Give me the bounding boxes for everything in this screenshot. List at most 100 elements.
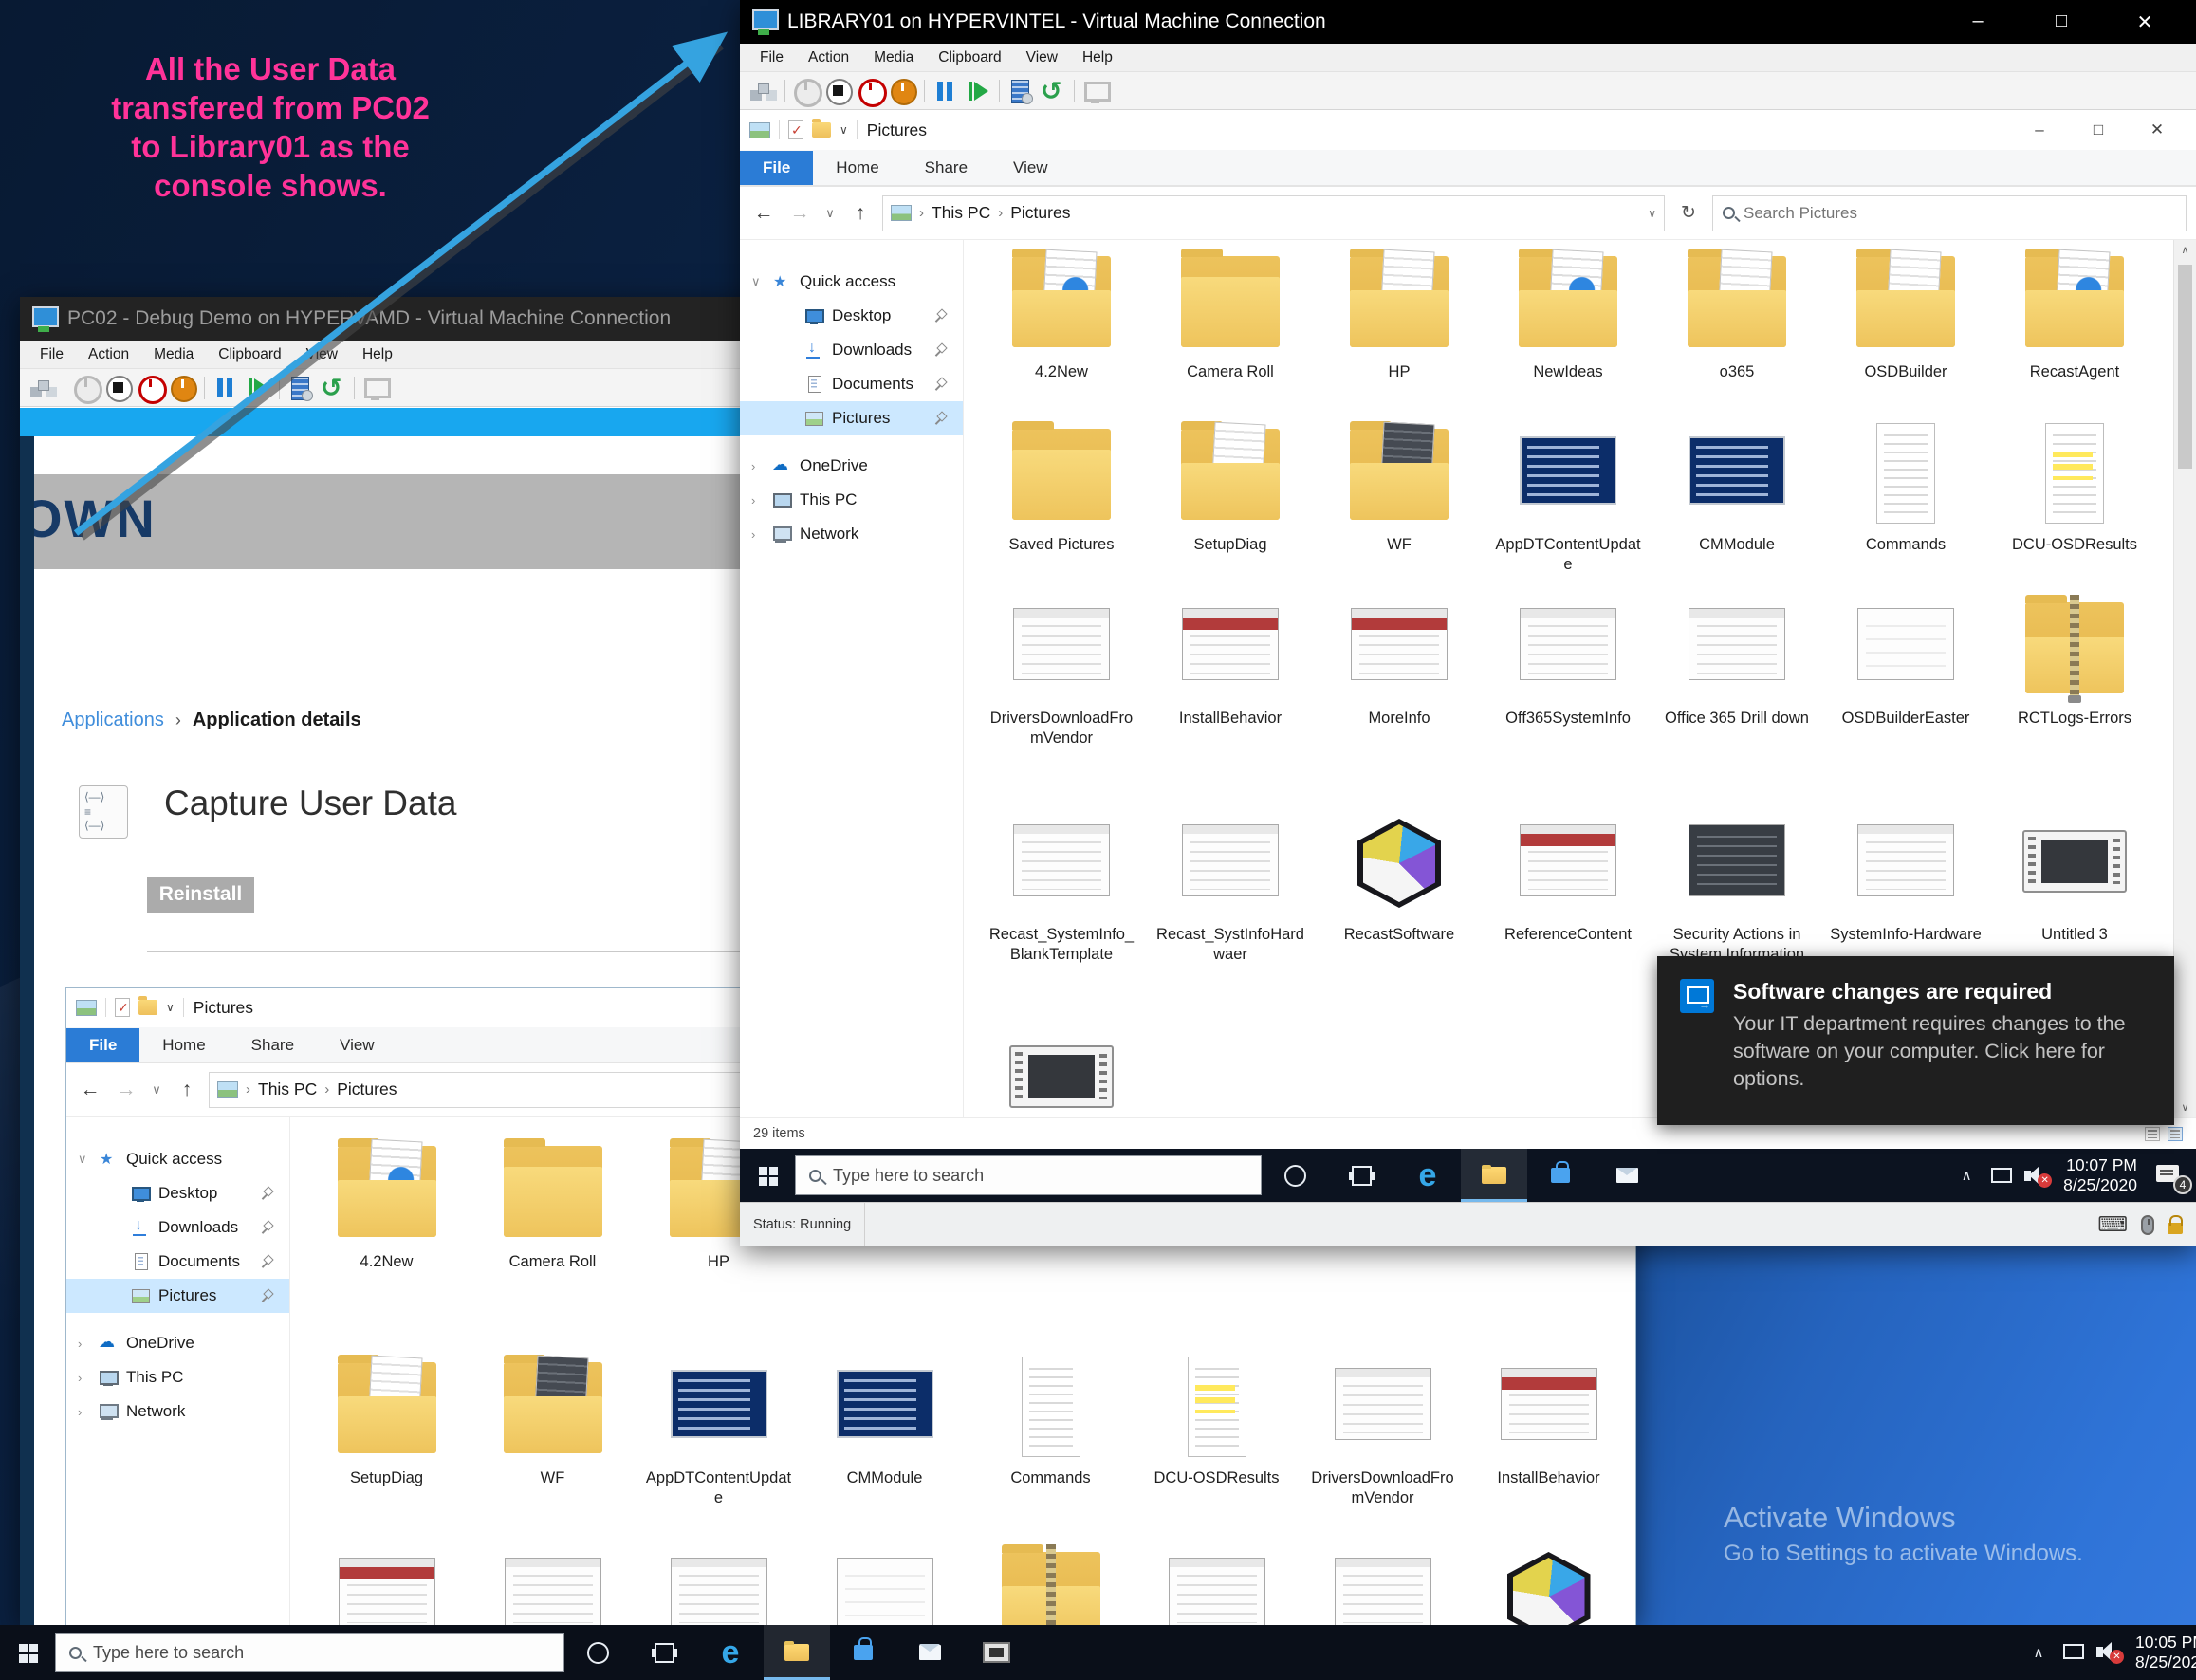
file-item[interactable]: NewIdeas bbox=[1484, 243, 1652, 382]
file-item[interactable]: Off365SystemInfo bbox=[470, 1539, 636, 1625]
edge-icon[interactable] bbox=[697, 1625, 764, 1680]
file-explorer-icon[interactable] bbox=[764, 1625, 830, 1680]
file-item[interactable]: 4.2New bbox=[977, 243, 1146, 382]
file-item[interactable]: AppDTContentUpdate bbox=[1484, 415, 1652, 575]
ribbon-tab[interactable]: Home bbox=[139, 1028, 228, 1062]
file-item[interactable]: Commands bbox=[1821, 415, 1990, 575]
file-item[interactable]: Recast_SystInfoHardwaer bbox=[1300, 1539, 1466, 1625]
file-item[interactable]: DCU-OSDResults bbox=[1990, 415, 2159, 575]
network-icon[interactable] bbox=[2056, 1625, 2090, 1680]
back-icon[interactable]: ← bbox=[76, 1079, 104, 1101]
file-item[interactable]: AppDTContentUpdate bbox=[636, 1349, 802, 1508]
chevron-icon[interactable]: ∨ bbox=[78, 1152, 99, 1167]
crumb-this-pc[interactable]: This PC bbox=[258, 1080, 317, 1099]
scroll-up-icon[interactable]: ∧ bbox=[2174, 244, 2196, 256]
sidebar-item[interactable]: Downloads bbox=[740, 333, 963, 367]
menu-item[interactable]: View bbox=[1014, 49, 1070, 66]
checkpoint-icon[interactable] bbox=[285, 373, 317, 403]
recent-locations-icon[interactable]: ∨ bbox=[148, 1082, 165, 1098]
file-item[interactable]: OSDBuilderEaster bbox=[802, 1539, 968, 1625]
menu-item[interactable]: Media bbox=[861, 49, 926, 66]
sidebar-item[interactable]: Pictures bbox=[66, 1279, 289, 1313]
file-item[interactable]: Camera Roll bbox=[470, 1133, 636, 1272]
sidebar-item[interactable]: › Network bbox=[66, 1394, 289, 1429]
crumb-this-pc[interactable]: This PC bbox=[932, 203, 990, 223]
shut-down-icon[interactable] bbox=[167, 373, 199, 403]
customize-qat-icon[interactable]: ∨ bbox=[840, 123, 848, 137]
file-item[interactable]: InstallBehavior bbox=[1466, 1349, 1632, 1508]
close-button[interactable]: ✕ bbox=[2128, 120, 2187, 139]
toolbar-separator[interactable] bbox=[1074, 80, 1075, 102]
breadcrumb-applications-link[interactable]: Applications bbox=[62, 710, 164, 731]
menu-item[interactable]: Clipboard bbox=[206, 346, 293, 363]
ribbon-tab[interactable]: View bbox=[317, 1028, 397, 1062]
scroll-down-icon[interactable]: ∨ bbox=[2174, 1101, 2196, 1114]
file-item[interactable]: Off365SystemInfo bbox=[1484, 589, 1652, 748]
chevron-icon[interactable]: › bbox=[751, 527, 772, 542]
close-button[interactable]: ✕ bbox=[2103, 10, 2187, 34]
file-item[interactable]: CMModule bbox=[1652, 415, 1821, 575]
sidebar-item[interactable]: Downloads bbox=[66, 1210, 289, 1245]
chevron-icon[interactable]: › bbox=[78, 1337, 99, 1351]
maximize-button[interactable]: □ bbox=[2020, 10, 2103, 34]
file-item[interactable]: 4.2New bbox=[304, 1133, 470, 1272]
up-icon[interactable]: ↑ bbox=[173, 1079, 201, 1101]
chevron-icon[interactable]: › bbox=[78, 1405, 99, 1419]
task-view-icon[interactable] bbox=[631, 1625, 697, 1680]
ribbon-tab[interactable]: File bbox=[740, 151, 813, 185]
new-folder-icon[interactable] bbox=[138, 1000, 157, 1015]
file-item[interactable]: Security Actions in System Information bbox=[1652, 805, 1821, 965]
chevron-icon[interactable]: ∨ bbox=[751, 274, 772, 289]
store-icon[interactable] bbox=[830, 1625, 896, 1680]
file-item[interactable]: RecastSoftware bbox=[1466, 1539, 1632, 1625]
ctrl-alt-del-icon[interactable] bbox=[28, 373, 60, 403]
file-item[interactable]: Commands bbox=[968, 1349, 1134, 1508]
details-view-icon[interactable] bbox=[2145, 1127, 2160, 1141]
turn-off-icon[interactable] bbox=[855, 76, 887, 106]
taskbar-clock[interactable]: 10:07 PM 8/25/2020 bbox=[2054, 1155, 2147, 1195]
file-item[interactable]: OSDBuilderEaster bbox=[1821, 589, 1990, 748]
revert-icon[interactable] bbox=[317, 373, 349, 403]
up-icon[interactable]: ↑ bbox=[846, 202, 875, 225]
ribbon-tab[interactable]: Share bbox=[902, 151, 990, 185]
sidebar-item[interactable]: › Network bbox=[740, 517, 963, 551]
file-item[interactable]: HP bbox=[1315, 243, 1484, 382]
ribbon-tab[interactable]: View bbox=[990, 151, 1071, 185]
address-dropdown-icon[interactable]: ∨ bbox=[1648, 207, 1656, 220]
toolbar-separator[interactable] bbox=[784, 80, 785, 102]
menu-item[interactable]: File bbox=[747, 49, 796, 66]
network-icon[interactable] bbox=[1984, 1149, 2018, 1202]
thumbnails-view-icon[interactable] bbox=[2168, 1127, 2183, 1141]
sidebar-item[interactable]: ∨ Quick access bbox=[66, 1142, 289, 1176]
pause-icon[interactable] bbox=[930, 76, 962, 106]
notifications-icon[interactable]: 4 bbox=[2147, 1149, 2196, 1202]
enhanced-session-icon[interactable] bbox=[360, 373, 392, 403]
file-item[interactable]: WF bbox=[470, 1349, 636, 1508]
toolbar-separator[interactable] bbox=[204, 377, 205, 399]
chevron-icon[interactable]: › bbox=[751, 459, 772, 473]
file-item[interactable]: WF bbox=[1315, 415, 1484, 575]
file-item[interactable]: DCU-OSDResults bbox=[1134, 1349, 1300, 1508]
ctrl-alt-del-icon[interactable] bbox=[747, 76, 780, 106]
file-item[interactable]: Office 365 Drill down bbox=[636, 1539, 802, 1625]
file-item[interactable] bbox=[977, 1021, 1146, 1117]
tray-chevron-icon[interactable]: ∧ bbox=[1949, 1167, 1984, 1184]
edge-icon[interactable] bbox=[1394, 1149, 1461, 1202]
sidebar-item[interactable]: › OneDrive bbox=[740, 449, 963, 483]
quick-access-check-icon[interactable] bbox=[788, 120, 803, 139]
toolbar-separator[interactable] bbox=[924, 80, 925, 102]
file-item[interactable]: MoreInfo bbox=[1315, 589, 1484, 748]
file-item[interactable]: SetupDiag bbox=[1146, 415, 1315, 575]
taskbar-clock[interactable]: 10:05 PM 8/25/2020 bbox=[2126, 1633, 2196, 1672]
file-item[interactable]: DriversDownloadFromVendor bbox=[977, 589, 1146, 748]
back-icon[interactable]: ← bbox=[749, 202, 778, 225]
enhanced-session-icon[interactable] bbox=[1080, 76, 1112, 106]
file-item[interactable]: RCTLogs-Errors bbox=[1990, 589, 2159, 748]
vertical-scrollbar[interactable]: ∧ ∨ bbox=[2173, 240, 2196, 1117]
toolbar-separator[interactable] bbox=[279, 377, 280, 399]
file-item[interactable]: Recast_SystemInfo_BlankTemplate bbox=[977, 805, 1146, 965]
movies-app-icon[interactable] bbox=[963, 1625, 1029, 1680]
mail-icon[interactable] bbox=[896, 1625, 963, 1680]
file-item[interactable]: MoreInfo bbox=[304, 1539, 470, 1625]
crumb-pictures[interactable]: Pictures bbox=[337, 1080, 397, 1099]
